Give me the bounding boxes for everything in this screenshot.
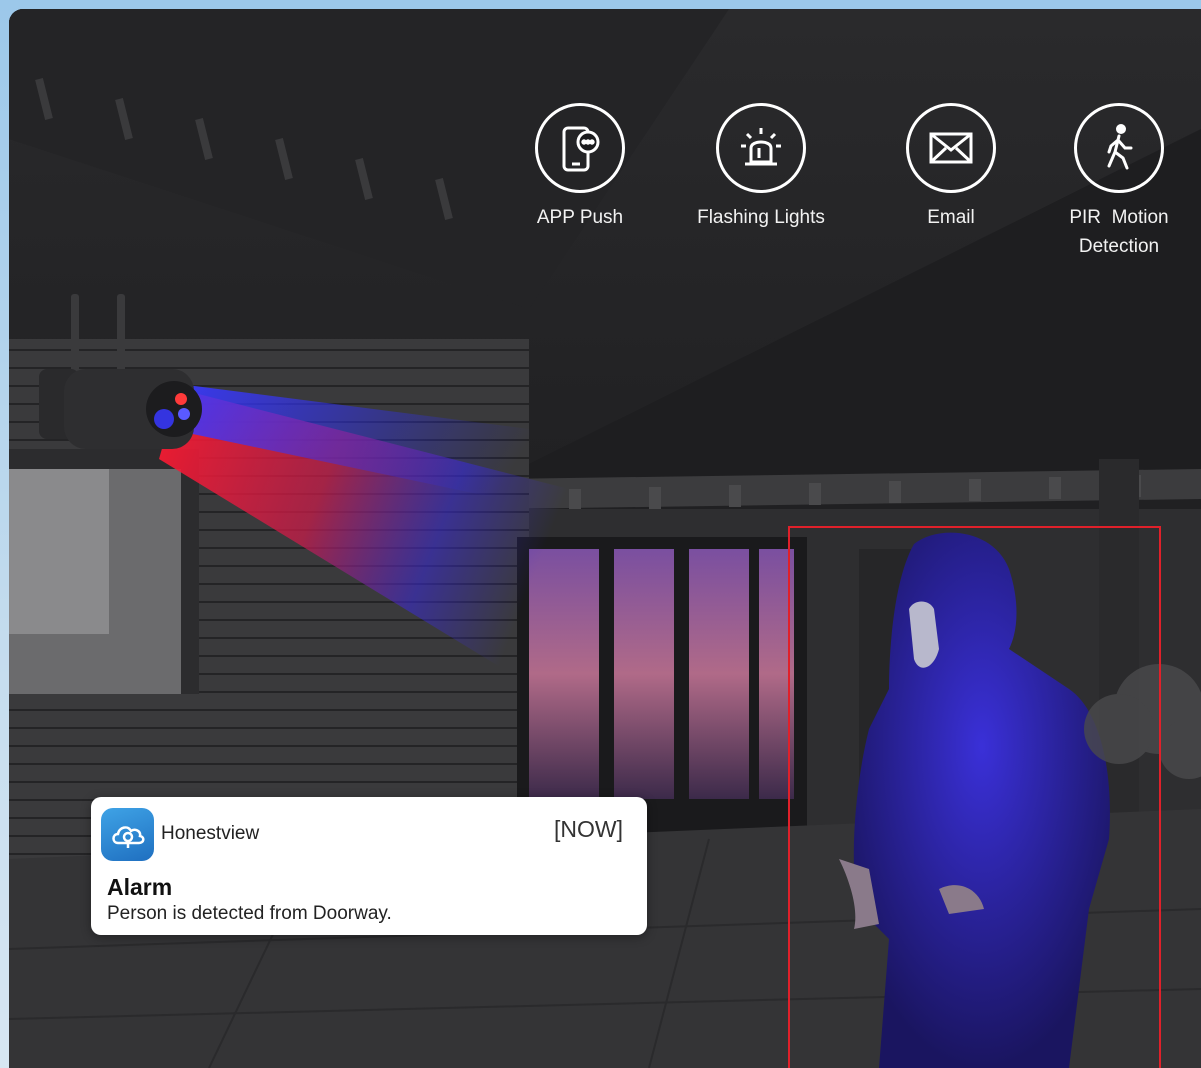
feature-label-line2: Detection bbox=[1078, 236, 1160, 257]
cloud-camera-icon bbox=[101, 808, 154, 861]
alarm-light-icon bbox=[716, 103, 806, 193]
feature-label: Flashing Lights bbox=[697, 207, 825, 228]
alarm-notification[interactable]: Honestview [NOW] Alarm Person is detecte… bbox=[91, 797, 647, 935]
feature-label: Email bbox=[927, 207, 975, 228]
walking-person-icon bbox=[1074, 103, 1164, 193]
alert-features: APP Push Flashing Lights Email PIR Motio… bbox=[9, 9, 1201, 289]
notification-body: Person is detected from Doorway. bbox=[107, 903, 392, 924]
detection-box bbox=[788, 526, 1161, 1068]
notification-title: Alarm bbox=[107, 874, 173, 900]
notification-time: [NOW] bbox=[554, 816, 623, 842]
feature-email: Email bbox=[866, 103, 1036, 232]
feature-pir-motion: PIR Motion Detection bbox=[1034, 103, 1201, 261]
feature-label-line1: PIR Motion bbox=[1069, 207, 1169, 228]
feature-label: PIR Motion Detection bbox=[1034, 203, 1201, 261]
app-name: Honestview bbox=[161, 823, 260, 844]
feature-flashing-lights: Flashing Lights bbox=[676, 103, 846, 232]
feature-app-push: APP Push bbox=[495, 103, 665, 232]
feature-label: APP Push bbox=[536, 207, 624, 228]
envelope-icon bbox=[906, 103, 996, 193]
phone-chat-icon bbox=[535, 103, 625, 193]
product-banner: APP Push Flashing Lights Email PIR Motio… bbox=[9, 9, 1201, 1068]
